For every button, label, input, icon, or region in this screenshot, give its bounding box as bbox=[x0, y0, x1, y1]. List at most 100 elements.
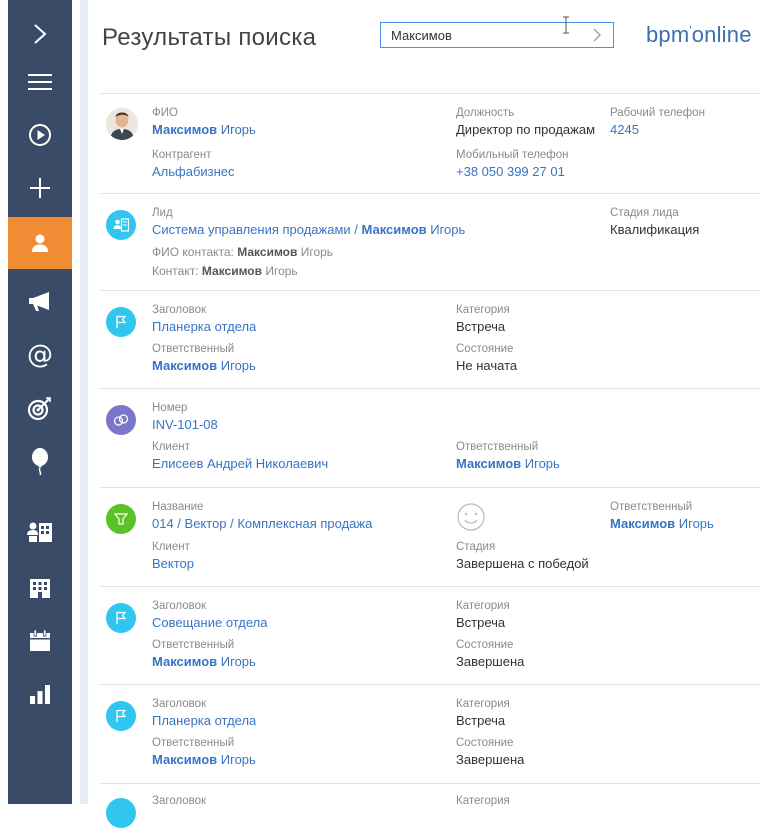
result-row-activity[interactable]: Заголовок Планерка отдела Категория Встр… bbox=[100, 685, 761, 784]
sidebar-item-email[interactable]: @ bbox=[8, 329, 72, 381]
field-label: Клиент bbox=[152, 441, 190, 453]
activity-title-link[interactable]: Планерка отдела bbox=[152, 713, 256, 728]
result-row-lead[interactable]: Лид Система управления продажами / Макси… bbox=[100, 194, 761, 291]
target-icon bbox=[27, 397, 51, 421]
field-label: Ответственный bbox=[152, 737, 235, 749]
field-label: Ответственный bbox=[456, 441, 539, 453]
page-title: Результаты поиска bbox=[102, 24, 317, 51]
lead-contact: Контакт: Максимов Игорь bbox=[152, 264, 298, 278]
chevron-right-icon bbox=[34, 24, 47, 44]
field-label: Клиент bbox=[152, 541, 190, 553]
sidebar-gutter bbox=[80, 0, 88, 804]
building-icon bbox=[30, 579, 50, 598]
field-label: Категория bbox=[456, 698, 510, 710]
field-label: Лид bbox=[152, 207, 173, 219]
field-label: Стадия лида bbox=[610, 207, 679, 219]
sidebar-item-calendar[interactable] bbox=[8, 615, 72, 667]
field-value: Директор по продажам bbox=[456, 122, 596, 137]
field-value: Встреча bbox=[456, 319, 506, 334]
sidebar-item-contacts[interactable] bbox=[8, 217, 72, 269]
activity-title-link[interactable]: Совещание отдела bbox=[152, 615, 267, 630]
dashboard-icon bbox=[30, 685, 50, 704]
megaphone-icon bbox=[29, 292, 49, 311]
field-value: Не начата bbox=[456, 358, 518, 373]
sidebar-menu-button[interactable] bbox=[8, 56, 72, 108]
field-value: Завершена bbox=[456, 654, 525, 669]
invoice-icon bbox=[106, 405, 136, 435]
field-label: Название bbox=[152, 501, 204, 513]
flag-icon bbox=[106, 701, 136, 731]
field-label: Мобильный телефон bbox=[456, 149, 569, 161]
play-icon bbox=[29, 124, 51, 146]
field-label: Заголовок bbox=[152, 600, 207, 612]
sidebar: @ bbox=[8, 0, 88, 804]
owner-link[interactable]: Максимов Игорь bbox=[152, 752, 256, 767]
field-label: Стадия bbox=[456, 541, 496, 553]
lead-link[interactable]: Система управления продажами / Максимов … bbox=[152, 222, 465, 237]
result-row-contact[interactable]: ФИО Максимов Игорь Должность Директор по… bbox=[100, 94, 761, 194]
sidebar-item-events[interactable] bbox=[8, 436, 72, 488]
search-results: ФИО Максимов Игорь Должность Директор по… bbox=[100, 93, 761, 828]
contact-name-link[interactable]: Максимов Игорь bbox=[152, 122, 256, 137]
activity-title-link[interactable]: Планерка отдела bbox=[152, 319, 256, 334]
field-label: Ответственный bbox=[152, 639, 235, 651]
field-label: Категория bbox=[456, 600, 510, 612]
sidebar-item-add[interactable] bbox=[8, 162, 72, 214]
contact-avatar bbox=[106, 108, 138, 140]
client-link[interactable]: Елисеев Андрей Николаевич bbox=[152, 456, 328, 471]
field-label: Рабочий телефон bbox=[610, 107, 705, 119]
balloon-icon bbox=[32, 448, 48, 476]
field-value: Завершена bbox=[456, 752, 525, 767]
flag-icon bbox=[106, 798, 136, 828]
field-label: ФИО bbox=[152, 107, 178, 119]
search-submit-button[interactable] bbox=[589, 26, 605, 44]
lead-contact-name: ФИО контакта: Максимов Игорь bbox=[152, 245, 334, 259]
sidebar-toggle-button[interactable] bbox=[8, 8, 72, 60]
search-box[interactable] bbox=[380, 22, 614, 48]
mobile-phone-link[interactable]: +38 050 399 27 01 bbox=[456, 164, 565, 179]
sidebar-item-accounts[interactable] bbox=[8, 506, 72, 558]
account-link[interactable]: Альфабизнес bbox=[152, 164, 235, 179]
result-row-activity[interactable]: Заголовок Планерка отдела Категория Встр… bbox=[100, 291, 761, 389]
sidebar-item-processes[interactable] bbox=[8, 109, 72, 161]
opportunity-link[interactable]: 014 / Вектор / Комплексная продажа bbox=[152, 516, 372, 531]
email-icon: @ bbox=[27, 340, 53, 370]
work-phone-link[interactable]: 4245 bbox=[610, 122, 639, 137]
field-label: Состояние bbox=[456, 639, 514, 651]
owner-link[interactable]: Максимов Игорь bbox=[152, 358, 256, 373]
chevron-right-icon bbox=[593, 28, 601, 42]
result-row-activity[interactable]: Заголовок Совещание отдела Категория Вст… bbox=[100, 587, 761, 685]
client-link[interactable]: Вектор bbox=[152, 556, 194, 571]
result-row-opportunity[interactable]: Название 014 / Вектор / Комплексная прод… bbox=[100, 488, 761, 587]
field-label: Заголовок bbox=[152, 698, 207, 710]
owner-link[interactable]: Максимов Игорь bbox=[152, 654, 256, 669]
field-label: Заголовок bbox=[152, 304, 207, 316]
logo: bpm'online bbox=[646, 22, 752, 48]
lead-icon bbox=[106, 210, 136, 240]
field-label: Заголовок bbox=[152, 795, 207, 807]
owner-link[interactable]: Максимов Игорь bbox=[456, 456, 560, 471]
result-row-activity[interactable]: Заголовок Категория bbox=[100, 784, 761, 828]
result-row-invoice[interactable]: Номер INV-101-08 Клиент Елисеев Андрей Н… bbox=[100, 389, 761, 488]
invoice-number-link[interactable]: INV-101-08 bbox=[152, 417, 218, 432]
contact-icon bbox=[32, 234, 48, 252]
search-input[interactable] bbox=[389, 27, 573, 44]
field-label: Номер bbox=[152, 402, 188, 414]
field-value: Встреча bbox=[456, 713, 506, 728]
flag-icon bbox=[106, 307, 136, 337]
flag-icon bbox=[106, 603, 136, 633]
logo-part-2: online bbox=[691, 22, 752, 47]
sidebar-item-organizations[interactable] bbox=[8, 562, 72, 614]
calendar-icon bbox=[30, 629, 50, 651]
accounts-icon bbox=[27, 522, 52, 542]
field-label: Ответственный bbox=[152, 343, 235, 355]
field-label: Категория bbox=[456, 304, 510, 316]
sidebar-item-campaigns[interactable] bbox=[8, 275, 72, 327]
field-value: Квалификация bbox=[610, 222, 700, 237]
opportunity-icon bbox=[106, 504, 136, 534]
owner-link[interactable]: Максимов Игорь bbox=[610, 516, 714, 531]
sidebar-item-goals[interactable] bbox=[8, 383, 72, 435]
smile-icon bbox=[457, 503, 485, 531]
field-label: Контрагент bbox=[152, 149, 212, 161]
sidebar-item-dashboards[interactable] bbox=[8, 668, 72, 720]
